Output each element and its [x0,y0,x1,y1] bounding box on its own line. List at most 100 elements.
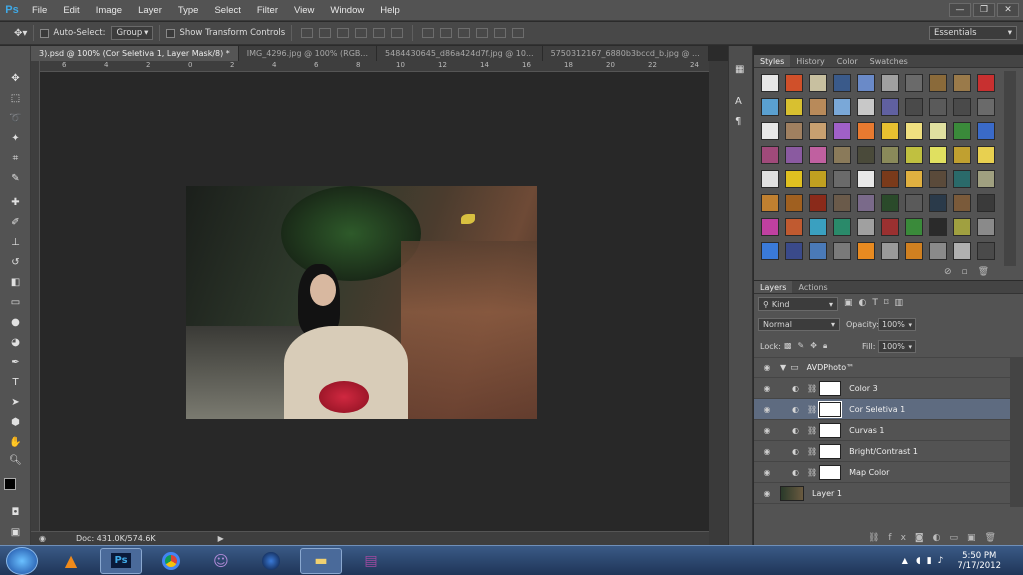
menu-file[interactable]: File [24,5,55,16]
tab-document-4[interactable]: 5750312167_6880b3bccd_b.jpg @ ... [542,46,709,61]
style-swatch[interactable] [977,146,995,164]
menu-edit[interactable]: Edit [55,5,87,16]
layer-row[interactable]: ◉ ◐ ⛓︎ Curvas 1 [754,420,1010,441]
style-swatch[interactable] [833,194,851,212]
menu-image[interactable]: Image [88,5,130,16]
gradient-tool-icon[interactable]: ▭ [6,294,25,310]
eye-icon[interactable]: ◉ [760,447,774,456]
style-swatch[interactable] [977,98,995,116]
align-left-icon[interactable] [355,28,368,38]
style-swatch[interactable] [785,218,803,236]
messenger-icon[interactable]: ☺ [200,548,242,574]
pen-tool-icon[interactable]: ✒ [6,354,25,370]
style-swatch[interactable] [977,218,995,236]
foreground-color-swatch[interactable] [4,478,16,490]
style-swatch[interactable] [929,242,947,260]
layers-footer-icons[interactable]: ⛓︎fx◙◐▭▣🗑︎ [868,533,1005,543]
clone-stamp-tool-icon[interactable]: ⊥ [6,234,25,250]
brush-tool-icon[interactable]: ✐ [6,214,25,230]
type-tool-icon[interactable]: T [6,374,25,390]
distribute-vcenter-icon[interactable] [440,28,453,38]
magic-wand-tool-icon[interactable]: ✦ [6,130,25,146]
style-swatch[interactable] [785,146,803,164]
auto-select-dropdown[interactable]: Group ▾ [111,26,154,40]
style-swatch[interactable] [809,74,827,92]
style-swatch[interactable] [905,242,923,260]
ruler-vertical[interactable] [31,61,40,531]
style-swatch[interactable] [761,170,779,188]
eye-icon[interactable]: ◉ [760,405,774,414]
menu-window[interactable]: Window [322,5,372,16]
minimize-button[interactable]: — [949,3,971,17]
align-top-icon[interactable] [301,28,314,38]
style-swatch[interactable] [833,74,851,92]
style-swatch[interactable] [953,242,971,260]
opacity-field[interactable]: 100% ▾ [878,318,916,331]
style-swatch[interactable] [929,218,947,236]
style-swatch[interactable] [785,98,803,116]
layer-mask-thumbnail[interactable] [819,464,842,480]
style-swatch[interactable] [761,98,779,116]
align-bottom-icon[interactable] [337,28,350,38]
style-swatch[interactable] [953,74,971,92]
style-swatch[interactable] [809,242,827,260]
eye-icon[interactable]: ◉ [760,384,774,393]
layer-row-base[interactable]: ◉ Layer 1 [754,483,1010,504]
style-swatch[interactable] [977,74,995,92]
style-swatch[interactable] [929,194,947,212]
document-canvas-image[interactable] [186,186,537,419]
style-swatch[interactable] [833,146,851,164]
workspace-dropdown[interactable]: Essentials ▾ [929,26,1017,40]
style-swatch[interactable] [833,218,851,236]
style-swatch[interactable] [833,170,851,188]
layer-mask-thumbnail[interactable] [819,443,842,459]
menu-type[interactable]: Type [170,5,207,16]
start-button[interactable] [6,546,38,575]
style-swatch[interactable] [953,218,971,236]
close-button[interactable]: ✕ [997,3,1019,17]
style-swatch[interactable] [857,194,875,212]
tab-document-2[interactable]: IMG_4296.jpg @ 100% (RGB... [238,46,378,61]
style-swatch[interactable] [977,242,995,260]
style-swatch[interactable] [929,170,947,188]
tab-document-3[interactable]: 5484430645_d86a424d7f.jpg @ 10... [377,46,543,61]
doc-size-status[interactable]: Doc: 431.0K/574.6K [76,534,156,543]
styles-footer-icons[interactable]: ⊘▫🗑︎ [944,267,999,277]
eye-icon[interactable]: ◉ [760,489,774,498]
tab-actions[interactable]: Actions [792,281,833,293]
tab-layers[interactable]: Layers [754,281,793,293]
paragraph-panel-icon[interactable]: ¶ [735,116,741,127]
distribute-top-icon[interactable] [422,28,435,38]
style-swatch[interactable] [857,218,875,236]
blur-tool-icon[interactable]: ● [6,314,25,330]
style-swatch[interactable] [929,122,947,140]
style-swatch[interactable] [761,122,779,140]
move-tool-icon[interactable]: ✥ [6,70,25,86]
style-swatch[interactable] [857,74,875,92]
style-swatch[interactable] [905,122,923,140]
eye-icon[interactable]: ◉ [760,363,774,372]
style-swatch[interactable] [929,74,947,92]
style-swatch[interactable] [857,146,875,164]
tab-styles[interactable]: Styles [754,55,791,67]
dodge-tool-icon[interactable]: ◕ [6,334,25,350]
layer-mask-thumbnail[interactable] [818,400,843,418]
menu-select[interactable]: Select [206,5,248,16]
tray-icons[interactable]: ◖▮♪ [916,556,949,566]
styles-scrollbar[interactable] [1004,71,1016,266]
style-swatch[interactable] [905,194,923,212]
auto-select-checkbox[interactable] [40,28,50,38]
style-swatch[interactable] [833,98,851,116]
tab-color[interactable]: Color [831,55,864,67]
distribute-left-icon[interactable] [476,28,489,38]
menu-layer[interactable]: Layer [130,5,170,16]
style-swatch[interactable] [809,146,827,164]
menu-help[interactable]: Help [372,5,408,16]
tab-history[interactable]: History [790,55,830,67]
style-swatch[interactable] [761,242,779,260]
distribute-bottom-icon[interactable] [458,28,471,38]
swatches-panel-icon[interactable]: ▦ [735,64,744,75]
style-swatch[interactable] [785,242,803,260]
style-swatch[interactable] [881,122,899,140]
zoom-icon[interactable]: ◉ [39,534,46,543]
